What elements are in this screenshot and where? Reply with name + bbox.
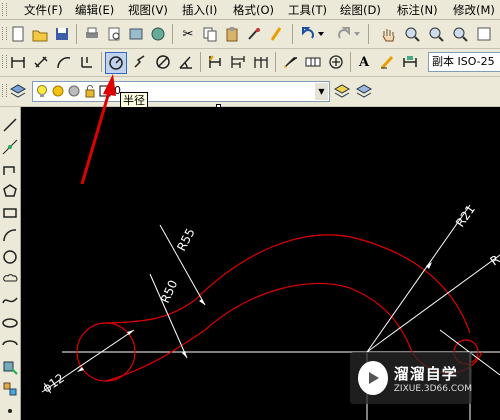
watermark: 溜溜自学 ZIXUE.3D66.COM — [350, 352, 472, 404]
annotation-arrow — [80, 91, 111, 185]
play-logo-icon — [358, 361, 388, 395]
annotation-arrowhead — [103, 74, 116, 96]
watermark-subtitle: ZIXUE.3D66.COM — [393, 383, 472, 394]
watermark-title: 溜溜自学 — [393, 364, 458, 383]
